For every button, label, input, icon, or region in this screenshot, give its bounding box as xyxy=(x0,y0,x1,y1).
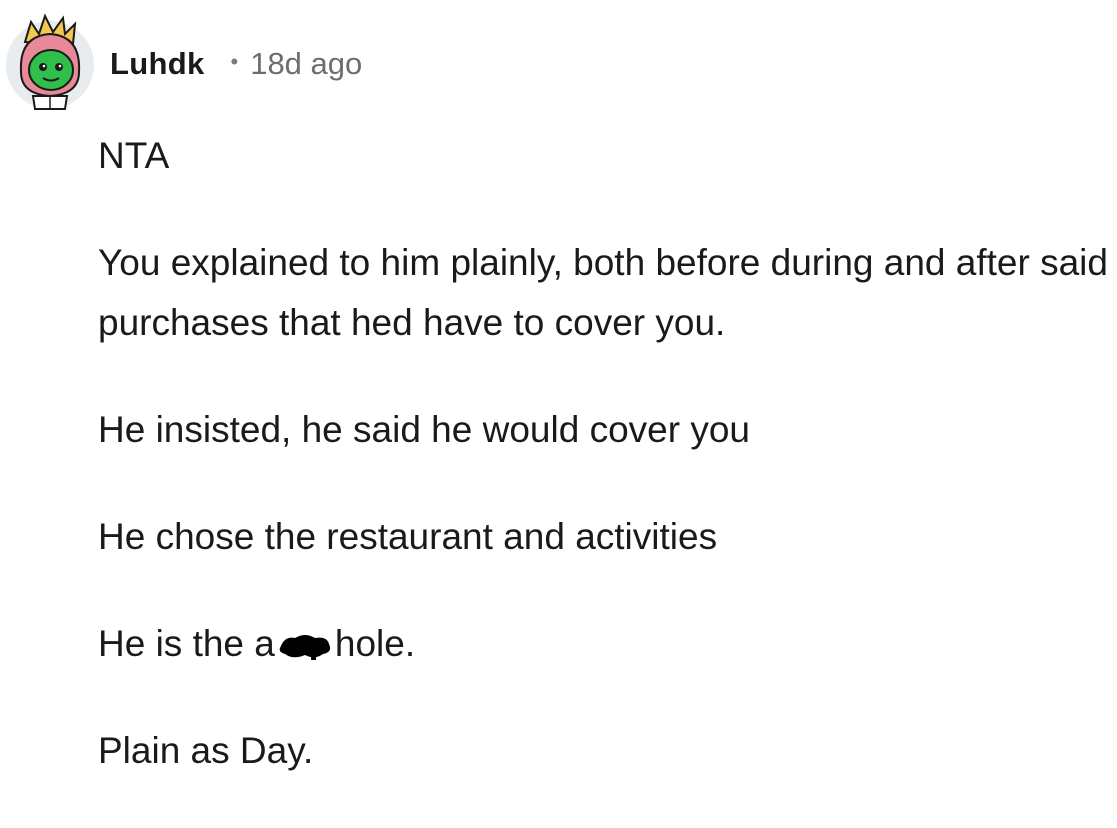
comment-paragraph: NTA xyxy=(98,135,170,176)
censored-text-after: hole. xyxy=(334,623,416,664)
comment-paragraph: You explained to him plainly, both befor… xyxy=(98,233,1108,353)
timestamp[interactable]: 18d ago xyxy=(250,46,362,82)
comment-paragraph-censored: He is the a hole. xyxy=(98,614,1108,674)
comment-body: NTA You explained to him plainly, both b… xyxy=(98,126,1108,828)
comment-paragraph: Plain as Day. xyxy=(98,730,314,771)
snoo-avatar-icon xyxy=(6,13,94,110)
scribble-censor-icon xyxy=(275,618,335,660)
comment-paragraph: He chose the restaurant and activities xyxy=(98,516,718,557)
comment: Luhdk • 18d ago NTA You explained to him… xyxy=(0,0,1117,784)
username[interactable]: Luhdk xyxy=(110,46,205,82)
separator-dot: • xyxy=(230,49,239,74)
comment-meta: Luhdk • 18d ago xyxy=(110,44,362,84)
comment-paragraph-text: You explained to him plainly, both befor… xyxy=(98,242,1108,343)
censored-text-before: He is the a xyxy=(98,623,275,664)
user-avatar[interactable] xyxy=(5,12,95,110)
comment-paragraph: He insisted, he said he would cover you xyxy=(98,409,750,450)
